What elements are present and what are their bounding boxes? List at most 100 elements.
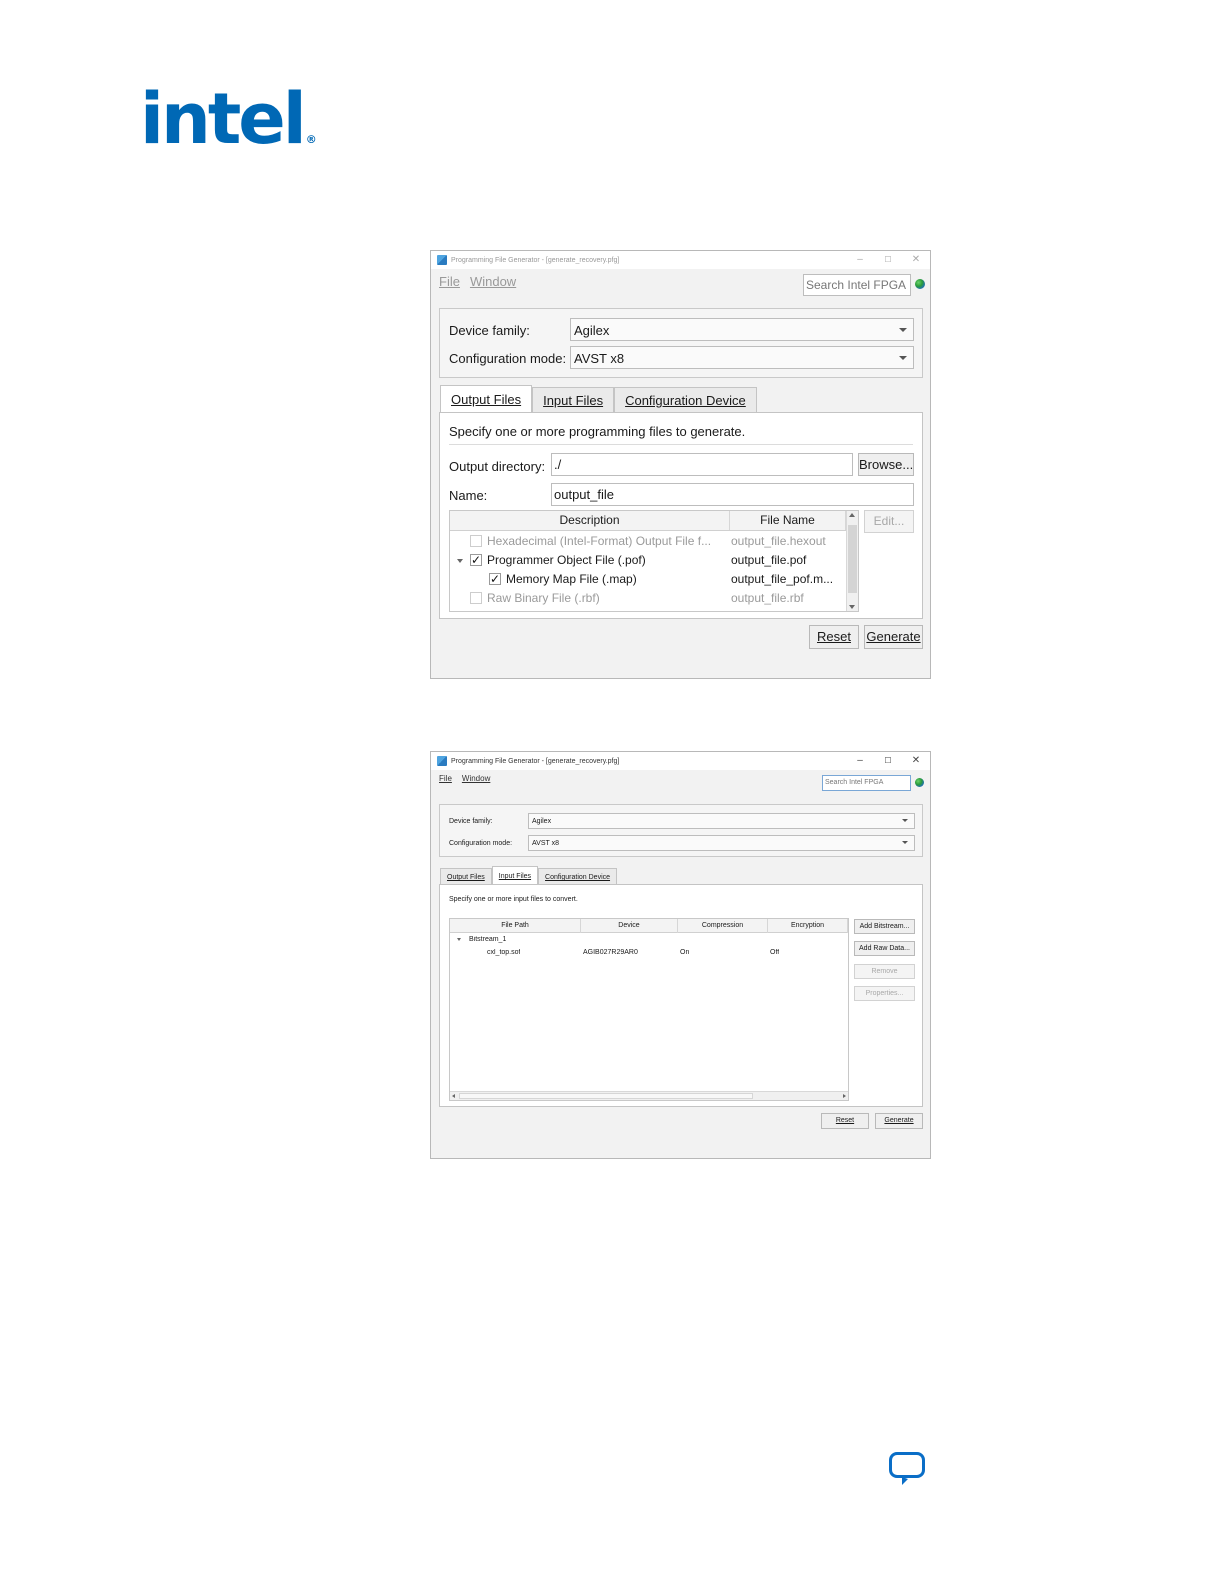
file-path-cell: cxl_top.sof <box>487 949 521 956</box>
input-files-table: File Path Device Compression Encryption … <box>449 918 849 1101</box>
column-description[interactable]: Description <box>450 511 730 530</box>
logo-text: intel <box>140 78 307 160</box>
column-compression[interactable]: Compression <box>678 919 768 933</box>
intel-logo: intel ® <box>140 84 317 154</box>
checkbox-checked[interactable]: ✓ <box>470 554 482 566</box>
chevron-down-icon <box>899 355 907 360</box>
scroll-left-icon[interactable] <box>452 1094 455 1098</box>
column-device[interactable]: Device <box>581 919 678 933</box>
bitstream-label: Bitstream_1 <box>469 936 507 943</box>
device-family-value: Agilex <box>574 323 610 338</box>
browse-button[interactable]: Browse... <box>858 453 914 476</box>
device-family-select[interactable]: Agilex <box>528 813 915 829</box>
output-files-table: Description File Name Hexadecimal (Intel… <box>449 510 859 612</box>
encryption-cell: Off <box>770 949 780 956</box>
scroll-up-icon[interactable] <box>849 513 855 517</box>
row-file-name: output_file.hexout <box>731 534 826 548</box>
checkbox-checked[interactable]: ✓ <box>489 573 501 585</box>
reset-label: Reset <box>817 629 851 644</box>
tab-output-files[interactable]: Output Files <box>440 868 492 885</box>
reset-button[interactable]: Reset <box>821 1113 869 1129</box>
config-mode-label: Configuration mode: <box>449 351 567 366</box>
config-mode-select[interactable]: AVST x8 <box>528 835 915 851</box>
table-row[interactable]: ✓ Memory Map File (.map) output_file_pof… <box>450 570 846 589</box>
menu-window[interactable]: Window <box>462 774 490 783</box>
globe-icon[interactable] <box>915 778 924 787</box>
menu-window[interactable]: Window <box>470 274 516 289</box>
close-button[interactable]: ✕ <box>902 251 930 269</box>
column-file-path[interactable]: File Path <box>450 919 581 933</box>
menu-file[interactable]: File <box>439 274 460 289</box>
config-mode-select[interactable]: AVST x8 <box>570 346 914 369</box>
minimize-button[interactable]: – <box>846 752 874 770</box>
vertical-scrollbar[interactable] <box>846 511 858 611</box>
scroll-right-icon[interactable] <box>843 1094 846 1098</box>
scroll-thumb[interactable] <box>459 1093 753 1099</box>
tab-configuration-device[interactable]: Configuration Device <box>614 387 757 413</box>
compression-cell: On <box>680 949 690 956</box>
horizontal-scrollbar[interactable] <box>450 1091 848 1100</box>
add-raw-data-button[interactable]: Add Raw Data... <box>854 941 915 956</box>
config-mode-value: AVST x8 <box>574 351 625 366</box>
row-description: Memory Map File (.map) <box>506 572 637 586</box>
tab-configuration-device[interactable]: Configuration Device <box>538 868 618 885</box>
maximize-button[interactable]: ☐ <box>874 752 902 770</box>
expand-caret-icon[interactable] <box>457 559 463 563</box>
table-row[interactable]: cxl_top.sof AGIB027R29AR0 On Off <box>450 947 848 960</box>
properties-button[interactable]: Properties... <box>854 986 915 1001</box>
registered-mark: ® <box>305 133 317 146</box>
instructions-text: Specify one or more input files to conve… <box>449 896 578 903</box>
table-header: Description File Name <box>450 511 846 531</box>
pfg-window-input-files: Programming File Generator - [generate_r… <box>430 751 931 1159</box>
expand-caret-icon[interactable] <box>457 938 461 941</box>
menu-file[interactable]: File <box>439 774 452 783</box>
device-panel: Device family: Agilex Configuration mode… <box>439 308 923 378</box>
input-files-pane: Specify one or more input files to conve… <box>439 884 923 1107</box>
tree-row-bitstream[interactable]: Bitstream_1 <box>450 934 848 947</box>
table-row[interactable]: ✓ Programmer Object File (.pof) output_f… <box>450 551 846 570</box>
reset-button[interactable]: Reset <box>809 625 859 649</box>
close-button[interactable]: ✕ <box>902 752 930 770</box>
window-controls: – ☐ ✕ <box>846 752 930 770</box>
output-directory-input[interactable]: ./ <box>551 453 853 476</box>
row-file-name: output_file.rbf <box>731 591 804 605</box>
row-file-name: output_file_pof.m... <box>731 572 834 586</box>
globe-icon[interactable] <box>915 279 925 289</box>
scroll-down-icon[interactable] <box>849 605 855 609</box>
table-row[interactable]: Raw Binary File (.rbf) output_file.rbf <box>450 589 846 608</box>
column-encryption[interactable]: Encryption <box>768 919 848 933</box>
menu-bar: File Window <box>439 774 500 783</box>
chat-bubble-icon[interactable] <box>889 1452 925 1485</box>
row-description: Programmer Object File (.pof) <box>487 553 646 567</box>
tab-bar: Output Files Input Files Configuration D… <box>440 385 757 413</box>
device-family-select[interactable]: Agilex <box>570 318 914 341</box>
checkbox[interactable] <box>470 592 482 604</box>
column-file-name[interactable]: File Name <box>730 511 846 530</box>
device-family-value: Agilex <box>532 818 552 825</box>
reset-label: Reset <box>835 1117 855 1124</box>
checkbox[interactable] <box>470 535 482 547</box>
tab-output-files[interactable]: Output Files <box>440 385 533 413</box>
device-family-label: Device family: <box>449 323 530 338</box>
generate-button[interactable]: Generate <box>864 625 923 649</box>
remove-button[interactable]: Remove <box>854 964 915 979</box>
menu-bar: File Window <box>439 274 526 289</box>
name-input[interactable]: output_file <box>551 483 914 506</box>
search-input[interactable]: Search Intel FPGA <box>803 274 911 296</box>
window-title: Programming File Generator - [generate_r… <box>451 256 620 264</box>
pfg-window-output-files: Programming File Generator - [generate_r… <box>430 250 931 679</box>
edit-button[interactable]: Edit... <box>864 510 914 533</box>
tab-input-files[interactable]: Input Files <box>532 387 615 413</box>
generate-button[interactable]: Generate <box>875 1113 923 1129</box>
output-directory-label: Output directory: <box>449 459 546 474</box>
search-input[interactable]: Search Intel FPGA <box>822 775 911 791</box>
add-bitstream-button[interactable]: Add Bitstream... <box>854 919 915 934</box>
maximize-button[interactable]: ☐ <box>874 251 902 269</box>
generate-label: Generate <box>866 629 921 644</box>
table-row[interactable]: Hexadecimal (Intel-Format) Output File f… <box>450 532 846 551</box>
scroll-thumb[interactable] <box>848 525 857 593</box>
chevron-down-icon <box>902 819 908 822</box>
tab-input-files[interactable]: Input Files <box>491 866 539 885</box>
chevron-down-icon <box>899 327 907 332</box>
minimize-button[interactable]: – <box>846 251 874 269</box>
